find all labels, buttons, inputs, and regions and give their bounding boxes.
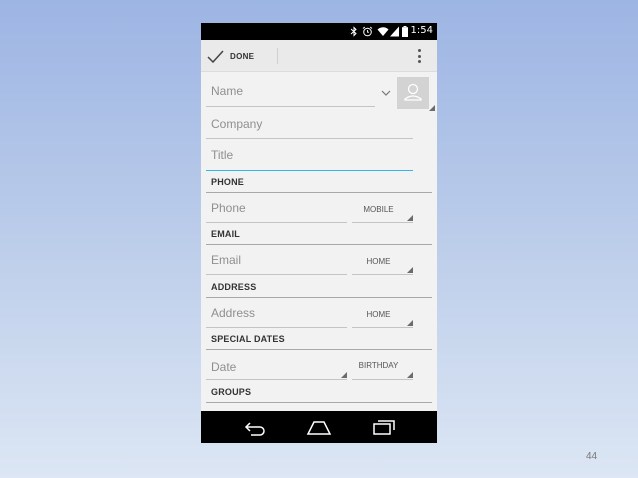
battery-icon: [402, 26, 408, 37]
title-placeholder: Title: [211, 148, 234, 162]
title-field[interactable]: Title: [206, 142, 413, 171]
bluetooth-icon: [350, 26, 357, 37]
spinner-corner-icon: [407, 320, 413, 326]
contact-photo[interactable]: [397, 77, 435, 111]
phone-type-label: MOBILE: [363, 205, 394, 214]
done-label: DONE: [230, 51, 255, 61]
section-address: ADDRESS: [206, 282, 432, 298]
action-bar: DONE: [201, 40, 437, 72]
avatar-icon: [404, 83, 422, 101]
section-phone: PHONE: [206, 177, 432, 193]
date-type-spinner[interactable]: BIRTHDAY: [352, 354, 413, 380]
page-number: 44: [586, 451, 598, 462]
email-type-spinner[interactable]: HOME: [352, 248, 413, 275]
name-field[interactable]: Name: [206, 78, 375, 107]
date-corner-icon: [341, 372, 347, 378]
address-type-label: HOME: [366, 310, 391, 319]
section-groups: GROUPS: [206, 387, 432, 403]
address-type-spinner[interactable]: HOME: [352, 301, 413, 328]
name-placeholder: Name: [211, 84, 244, 98]
section-email: EMAIL: [206, 229, 432, 245]
phone-field[interactable]: Phone: [206, 196, 347, 223]
recent-apps-icon[interactable]: [371, 417, 397, 437]
address-placeholder: Address: [211, 306, 256, 320]
back-icon[interactable]: [241, 417, 267, 437]
date-placeholder: Date: [211, 360, 237, 374]
email-placeholder: Email: [211, 253, 242, 267]
expand-name-icon[interactable]: [381, 89, 391, 97]
email-field[interactable]: Email: [206, 248, 347, 275]
email-type-label: HOME: [366, 257, 391, 266]
company-field[interactable]: Company: [206, 110, 413, 139]
done-button[interactable]: DONE: [207, 40, 271, 72]
company-placeholder: Company: [211, 117, 263, 131]
status-bar: 1:54: [201, 23, 437, 40]
section-special-dates: SPECIAL DATES: [206, 334, 432, 350]
phone-screen: 1:54 DONE Name Company Title PHONE Phone…: [201, 23, 437, 443]
spinner-corner-icon: [407, 372, 413, 378]
wifi-icon: [377, 27, 389, 36]
phone-type-spinner[interactable]: MOBILE: [352, 196, 413, 223]
date-type-label: BIRTHDAY: [358, 361, 399, 370]
signal-icon: [390, 26, 399, 37]
spinner-corner-icon: [407, 267, 413, 273]
address-field[interactable]: Address: [206, 301, 347, 328]
checkmark-icon: [207, 49, 224, 63]
status-time: 1:54: [410, 25, 433, 36]
spinner-corner-icon: [407, 215, 413, 221]
nav-bar: [201, 411, 437, 443]
overflow-menu-icon[interactable]: [411, 48, 427, 64]
alarm-icon: [362, 26, 373, 37]
photo-corner: [429, 105, 435, 111]
action-bar-divider: [277, 48, 278, 64]
date-field[interactable]: Date: [206, 354, 347, 380]
home-icon[interactable]: [306, 417, 332, 437]
phone-placeholder: Phone: [211, 201, 246, 215]
